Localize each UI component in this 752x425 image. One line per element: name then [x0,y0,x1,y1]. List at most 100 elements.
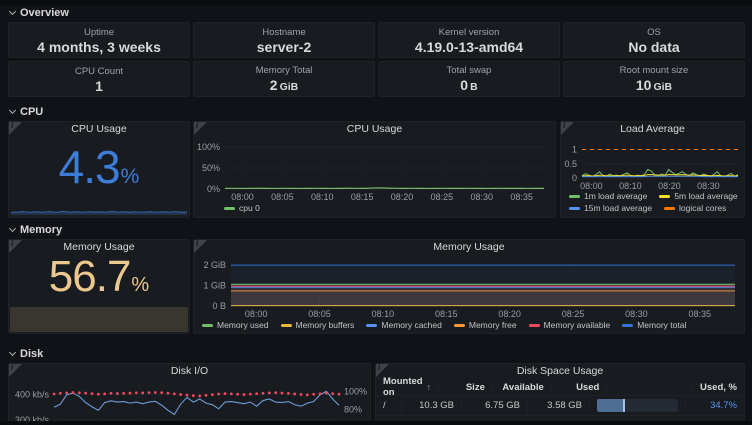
legend-color-dash [528,324,540,327]
sort-asc-icon: ↑ [426,382,432,392]
panel-info-icon[interactable]: i [9,364,22,377]
panel-memory-usage-stat: i Memory Usage 56.7 % [8,239,190,334]
svg-text:50%: 50% [202,163,220,173]
chevron-down-icon [8,106,17,115]
panel-memory-usage-chart: i Memory Usage 2 GiB 1 GiB 0 B 08:00 08:05 08… [193,239,745,334]
panel-info-icon[interactable]: i [561,122,574,135]
chevron-down-icon [8,224,17,233]
panel-cpu-usage-chart: i CPU Usage 100% 50% 0% 08:00 08:05 08:10 08:1… [193,121,556,218]
tile-value: server-2 [256,38,312,55]
legend-label: logical cores [679,203,727,213]
section-header-cpu[interactable]: CPU [8,106,44,118]
panel-title[interactable]: Disk I/O [9,364,370,378]
svg-text:1 GiB: 1 GiB [203,281,226,291]
legend-item-logical-cores[interactable]: logical cores [664,203,726,214]
legend-color-dash [366,324,378,327]
tile-label: Total swap [446,64,492,76]
tile-label: Uptime [83,26,115,38]
legend-item-cpu-0[interactable]: cpu 0 [224,203,260,214]
load-average-legend: 1m load average 5m load average 15m load a… [569,191,740,214]
section-header-memory[interactable]: Memory [8,224,62,236]
tile-label: Memory Total [255,64,313,76]
svg-text:08:35: 08:35 [510,192,533,202]
tile-label: Hostname [262,26,306,38]
table-cell: 10.3 GB [402,396,462,415]
cpu-sparkline[interactable] [10,203,188,216]
legend-label: Memory buffers [295,320,355,330]
panel-load-average: i Load Average 1 0.5 0 08:00 08:10 08:20 08:30… [560,121,745,218]
legend-item-memory-buffers[interactable]: Memory buffers [280,320,355,331]
panel-title[interactable]: CPU Usage [9,122,189,136]
legend-item-1m-load-average[interactable]: 1m load average [569,191,647,202]
legend-color-dash [622,324,634,327]
svg-text:08:00: 08:00 [231,192,254,202]
overview-tile-os[interactable]: OS No data [563,22,745,58]
table-header-available[interactable]: Available [493,379,552,395]
load-average-chart[interactable]: 1 0.5 008:00 08:10 08:20 08:30 [562,136,743,191]
tile-label: OS [647,26,661,38]
tile-value: 4.19.0-13-amd64 [414,38,524,55]
panel-title[interactable]: CPU Usage [194,122,555,136]
section-title: CPU [20,106,44,118]
section-header-disk[interactable]: Disk [8,348,44,360]
legend-item-memory-used[interactable]: Memory used [202,320,269,331]
memory-usage-chart[interactable]: 2 GiB 1 GiB 0 B 08:00 08:05 08:10 08:15 08:20 08… [195,254,743,320]
panel-info-icon[interactable]: i [9,122,22,135]
overview-tile-total-swap[interactable]: Total swap 0 B [378,61,560,97]
cpu-usage-chart[interactable]: 100% 50% 0% 08:00 08:05 08:10 08:15 08:20 08:25 0… [195,137,554,203]
disk-io-chart[interactable]: 400 kb/s300 kb/s100%80%60% [10,378,369,425]
section-title: Disk [20,348,44,360]
svg-text:08:10: 08:10 [619,181,642,191]
svg-text:400 kb/s: 400 kb/s [15,389,50,399]
panel-title[interactable]: Disk Space Usage [376,364,744,378]
svg-text:08:10: 08:10 [311,192,334,202]
tile-unit: B [470,80,478,93]
panel-info-icon[interactable]: i [194,122,207,135]
used-percent-bar-cell [590,396,686,415]
table-header-mounted-on[interactable]: Mounted on ↑ [376,376,440,398]
svg-text:08:30: 08:30 [625,309,648,319]
panel-info-icon[interactable]: i [194,240,207,253]
overview-tile-kernel-version[interactable]: Kernel version 4.19.0-13-amd64 [378,22,560,58]
overview-tile-memory-total[interactable]: Memory Total 2 GiB [193,61,375,97]
svg-text:08:15: 08:15 [435,309,458,319]
legend-color-dash [202,324,213,327]
section-header-overview[interactable]: Overview [8,7,69,19]
legend-item-memory-available[interactable]: Memory available [528,320,610,331]
svg-text:08:35: 08:35 [688,309,711,319]
legend-item-memory-cached[interactable]: Memory cached [366,320,442,331]
tile-value: 10 GiB [635,76,673,93]
svg-text:08:25: 08:25 [562,309,585,319]
legend-item-memory-total[interactable]: Memory total [622,320,686,331]
svg-text:08:25: 08:25 [431,192,454,202]
tile-label: CPU Count [74,65,124,77]
legend-label: Memory free [468,320,517,330]
tile-unit: GiB [653,80,673,93]
table-cell: 6.75 GB [462,396,528,415]
legend-item-5m-load-average[interactable]: 5m load average [659,191,738,202]
overview-tile-cpu-count[interactable]: CPU Count 1 [8,61,190,97]
svg-text:100%: 100% [197,142,220,152]
svg-text:08:00: 08:00 [580,181,603,191]
legend-color-dash [280,324,292,327]
legend-color-dash [224,207,235,210]
table-header-bar [607,379,693,395]
legend-label: Memory total [637,320,687,330]
disk-space-table: Mounted on ↑ Size Available Used Used, %/10.3… [376,376,744,425]
cpu-chart-legend: cpu 0 [224,203,260,214]
panel-title[interactable]: Load Average [561,122,744,136]
legend-item-memory-free[interactable]: Memory free [453,320,517,331]
overview-tile-uptime[interactable]: Uptime 4 months, 3 weeks [8,22,190,58]
table-header-size[interactable]: Size [439,379,493,395]
legend-label: 5m load average [674,191,738,201]
overview-tile-hostname[interactable]: Hostname server-2 [193,22,375,58]
table-header-used-[interactable]: Used, % [692,379,744,395]
table-cell: 3.58 GB [528,396,590,415]
panel-title[interactable]: Memory Usage [194,240,744,254]
legend-item-15m-load-average[interactable]: 15m load average [569,203,652,214]
svg-text:08:20: 08:20 [658,181,681,191]
overview-tile-root-mount-size[interactable]: Root mount size 10 GiB [563,61,745,97]
svg-text:0%: 0% [207,184,220,194]
table-header-used[interactable]: Used [552,379,608,395]
legend-color-dash [569,195,580,198]
